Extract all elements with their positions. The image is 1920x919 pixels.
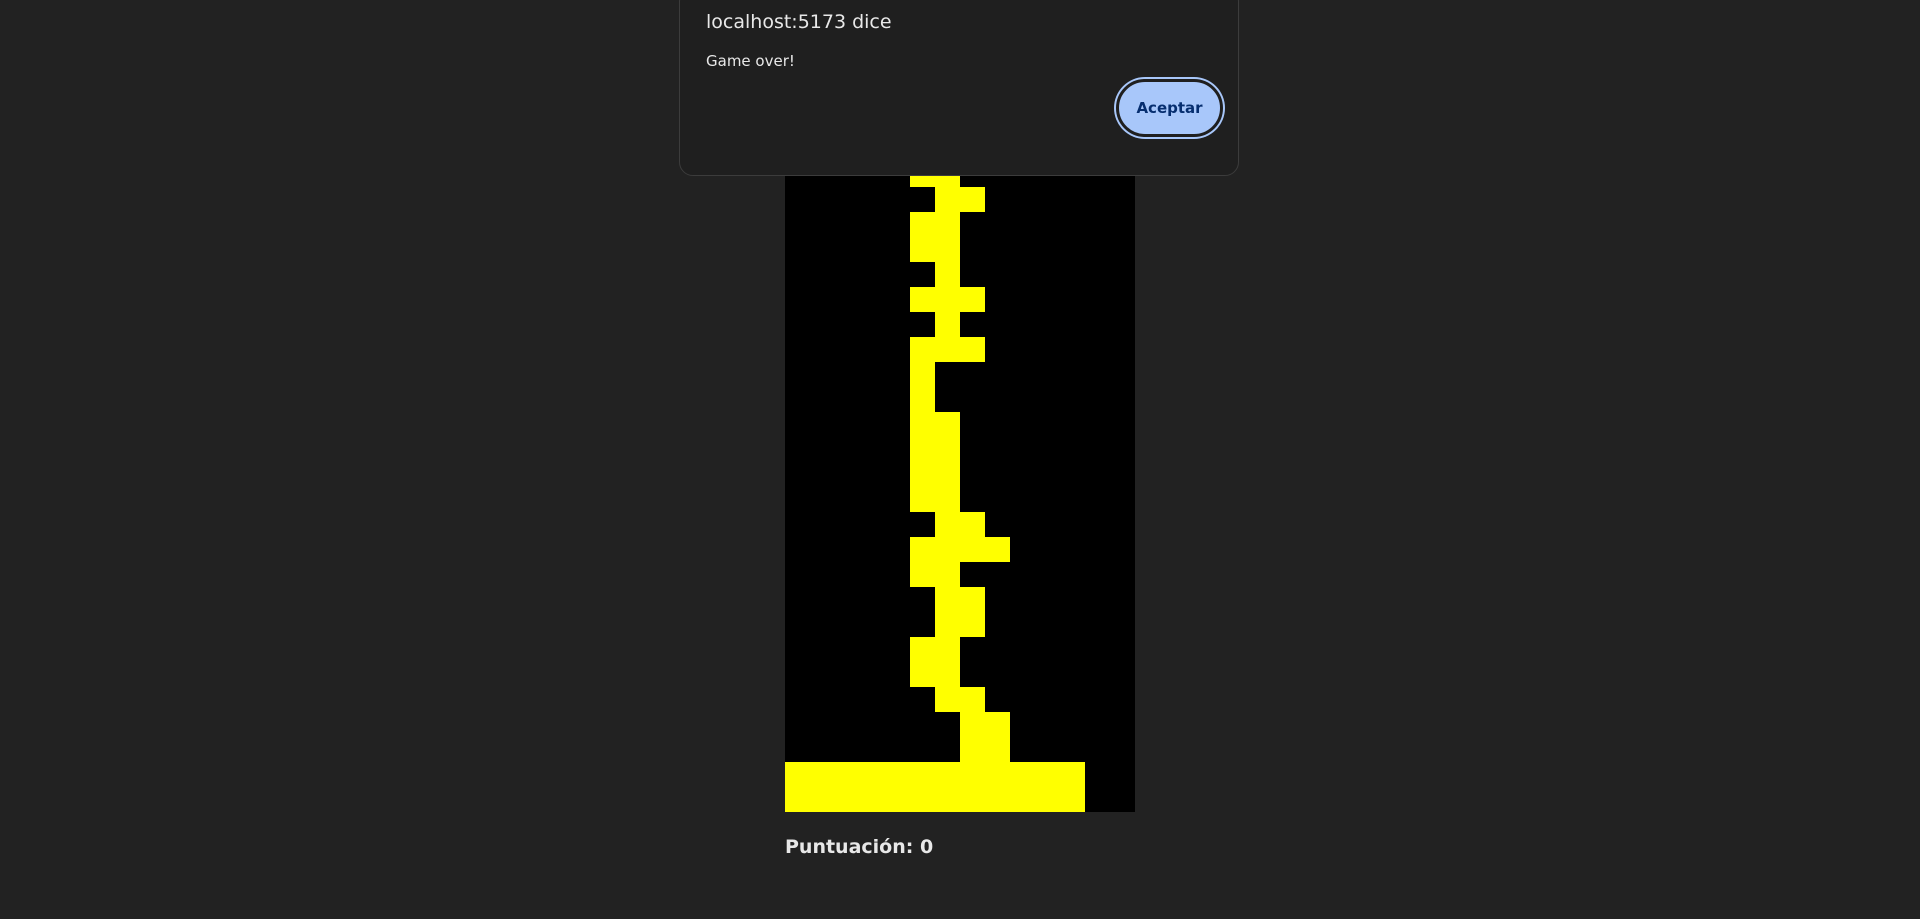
block-cell	[910, 337, 985, 362]
dialog-message: Game over!	[706, 52, 795, 70]
block-cell	[935, 687, 985, 712]
block-cell	[910, 287, 985, 312]
block-cell	[910, 562, 960, 587]
block-cell	[935, 262, 960, 287]
block-cell	[910, 537, 1010, 562]
block-cell	[910, 637, 960, 687]
block-cell	[960, 712, 1010, 762]
alert-dialog: localhost:5173 dice Game over! Aceptar	[679, 0, 1239, 176]
score-label: Puntuación: 0	[785, 836, 934, 858]
block-cell	[935, 587, 985, 637]
game-board	[785, 150, 1135, 812]
block-cell	[935, 312, 960, 337]
block-cell	[910, 362, 935, 412]
block-cell	[935, 187, 985, 212]
block-cell	[910, 212, 960, 262]
accept-button[interactable]: Aceptar	[1116, 79, 1223, 137]
block-cell	[910, 412, 960, 512]
block-cell	[785, 762, 1085, 812]
block-cell	[935, 512, 985, 537]
dialog-title: localhost:5173 dice	[706, 11, 892, 33]
